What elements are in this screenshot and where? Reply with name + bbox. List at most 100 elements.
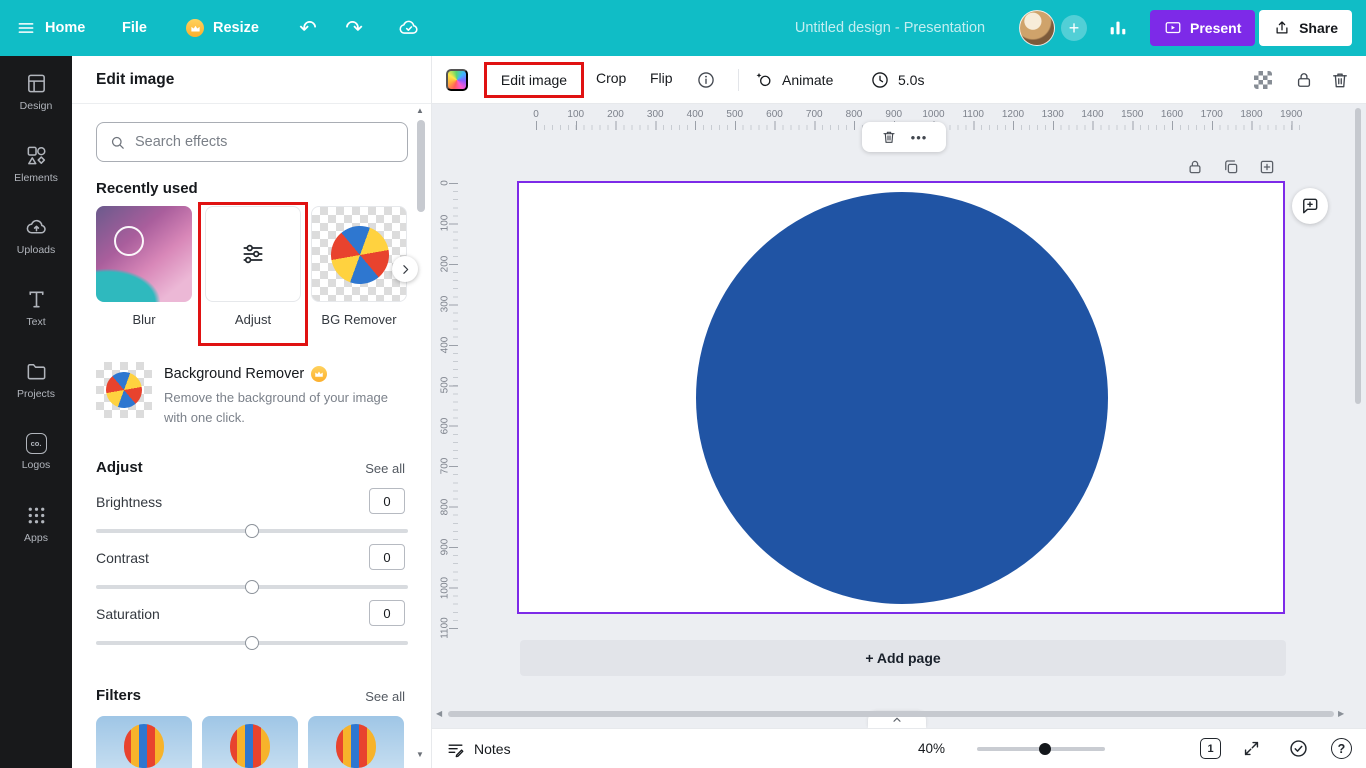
home-button[interactable]: Home <box>16 0 85 56</box>
notes-label: Notes <box>474 741 511 757</box>
avatar[interactable] <box>1019 10 1055 46</box>
circle-element[interactable] <box>696 192 1108 604</box>
ruler-h-label: 1300 <box>1042 109 1064 120</box>
animate-button[interactable]: Animate <box>754 66 833 94</box>
insights-icon[interactable] <box>1107 17 1129 39</box>
ruler-h-label: 800 <box>846 109 863 120</box>
edit-image-button[interactable]: Edit image <box>501 72 567 88</box>
design-title[interactable]: Untitled design - Presentation <box>795 0 985 56</box>
effect-card-adjust[interactable]: Adjust <box>205 206 301 327</box>
zoom-slider-knob[interactable] <box>1039 743 1051 755</box>
help-button[interactable]: ? <box>1331 738 1352 759</box>
ruler-h-label: 600 <box>766 109 783 120</box>
duration-button[interactable]: 5.0s <box>870 66 924 94</box>
filters-see-all-link[interactable]: See all <box>365 689 405 704</box>
bg-remover-thumbnail[interactable] <box>311 206 407 302</box>
page-lock-icon[interactable] <box>1186 158 1204 176</box>
adjust-see-all-link[interactable]: See all <box>365 461 405 476</box>
page-manager-button[interactable]: 1 <box>1200 738 1221 759</box>
beach-ball-image <box>323 218 397 292</box>
effect-card-blur[interactable]: Blur <box>96 206 192 327</box>
sidebar-item-label: Projects <box>17 388 55 400</box>
panel-scrollbar[interactable] <box>417 120 425 212</box>
add-page-icon[interactable] <box>1258 158 1276 176</box>
scroll-up-arrow[interactable]: ▲ <box>416 106 424 115</box>
ruler-h-label: 500 <box>726 109 743 120</box>
delete-element-icon[interactable] <box>881 129 897 145</box>
sidebar-item-design[interactable]: Design <box>0 56 72 128</box>
sidebar-item-apps[interactable]: Apps <box>0 488 72 560</box>
lock-icon[interactable] <box>1294 70 1314 90</box>
contrast-value-input[interactable] <box>369 544 405 570</box>
cloud-save-icon <box>398 17 420 39</box>
duplicate-page-icon[interactable] <box>1222 158 1240 176</box>
zoom-slider[interactable] <box>977 747 1105 751</box>
ruler-v-label: 600 <box>440 417 451 434</box>
add-member-button[interactable]: + <box>1061 15 1087 41</box>
fullscreen-icon[interactable] <box>1242 739 1261 758</box>
brightness-slider[interactable] <box>96 529 408 533</box>
search-icon <box>109 134 126 151</box>
undo-button[interactable]: ↶ <box>294 14 322 42</box>
file-button[interactable]: File <box>122 0 147 56</box>
notes-button[interactable]: Notes <box>446 735 511 763</box>
logos-icon: co. <box>26 433 47 454</box>
ruler-h-label: 1400 <box>1081 109 1103 120</box>
scroll-left-arrow[interactable]: ◀ <box>436 709 442 718</box>
page-selection[interactable] <box>517 181 1285 614</box>
beach-ball-image <box>101 367 147 413</box>
saturation-slider-knob[interactable] <box>245 636 259 650</box>
search-box[interactable] <box>96 122 408 162</box>
flip-button[interactable]: Flip <box>650 70 673 86</box>
scroll-down-arrow[interactable]: ▼ <box>416 750 424 759</box>
filter-thumbnail[interactable] <box>202 716 298 768</box>
zoom-level[interactable]: 40% <box>918 741 945 756</box>
blur-thumbnail[interactable] <box>96 206 192 302</box>
brightness-slider-knob[interactable] <box>245 524 259 538</box>
sliders-icon <box>240 241 266 267</box>
ruler-h-label: 200 <box>607 109 624 120</box>
add-comment-button[interactable] <box>1292 188 1328 224</box>
filter-thumbnail[interactable] <box>96 716 192 768</box>
color-picker-button[interactable] <box>446 69 468 91</box>
scroll-right-arrow[interactable]: ▶ <box>1338 709 1344 718</box>
brightness-value-input[interactable] <box>369 488 405 514</box>
horizontal-scrollbar[interactable] <box>448 711 1334 717</box>
contrast-slider-knob[interactable] <box>245 580 259 594</box>
background-remover-row[interactable]: Background Remover Remove the background… <box>96 362 414 427</box>
crop-button[interactable]: Crop <box>596 70 626 86</box>
toolbar-divider <box>738 69 739 91</box>
balloon-image <box>336 724 376 768</box>
redo-button[interactable]: ↷ <box>340 14 368 42</box>
ruler-h-label: 900 <box>885 109 902 120</box>
sidebar-item-uploads[interactable]: Uploads <box>0 200 72 272</box>
resize-button[interactable]: Resize <box>186 0 259 56</box>
sidebar-item-projects[interactable]: Projects <box>0 344 72 416</box>
adjust-thumbnail[interactable] <box>205 206 301 302</box>
scroll-right-button[interactable] <box>392 256 418 282</box>
resize-label: Resize <box>213 20 259 36</box>
add-page-button[interactable]: + Add page <box>520 640 1286 676</box>
transparency-icon[interactable] <box>1254 71 1272 89</box>
ruler-v-label: 700 <box>440 458 451 475</box>
share-button[interactable]: Share <box>1259 10 1352 46</box>
filter-thumbnail[interactable] <box>308 716 404 768</box>
panel-title: Edit image <box>72 56 431 104</box>
more-options-icon[interactable]: ••• <box>911 130 928 145</box>
status-check-icon[interactable] <box>1288 738 1309 759</box>
sidebar-item-logos[interactable]: co. Logos <box>0 416 72 488</box>
ruler-h-label: 400 <box>687 109 704 120</box>
contrast-slider[interactable] <box>96 585 408 589</box>
sidebar-item-text[interactable]: Text <box>0 272 72 344</box>
saturation-slider[interactable] <box>96 641 408 645</box>
info-icon[interactable] <box>696 70 716 90</box>
file-label: File <box>122 20 147 36</box>
delete-icon[interactable] <box>1330 70 1350 90</box>
present-button[interactable]: Present <box>1150 10 1255 46</box>
search-input[interactable] <box>135 134 395 150</box>
saturation-value-input[interactable] <box>369 600 405 626</box>
ruler-h-label: 1700 <box>1201 109 1223 120</box>
ruler-h-label: 0 <box>533 109 539 120</box>
vertical-scrollbar[interactable] <box>1355 108 1361 404</box>
sidebar-item-elements[interactable]: Elements <box>0 128 72 200</box>
